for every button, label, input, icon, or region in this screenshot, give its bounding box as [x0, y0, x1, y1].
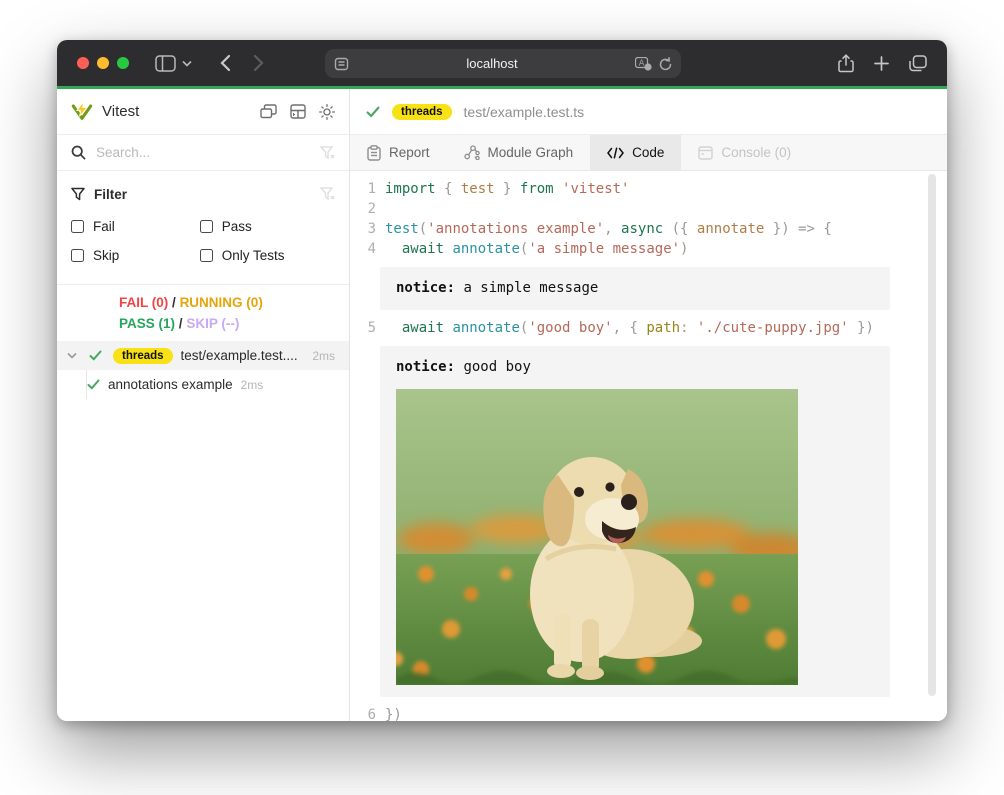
reader-icon[interactable] — [334, 57, 349, 71]
tab-report[interactable]: Report — [350, 135, 447, 170]
svg-text:A: A — [639, 58, 645, 67]
line-number: 6 — [350, 705, 376, 721]
checkbox-icon[interactable] — [71, 220, 84, 233]
sidebar-toggle-icon[interactable] — [155, 55, 176, 72]
code-line: 4 await annotate('a simple message') — [350, 239, 947, 259]
chevron-down-icon[interactable] — [182, 60, 192, 67]
code-line: 1import { test } from 'vitest' — [350, 179, 947, 199]
clear-filter-icon[interactable] — [320, 187, 335, 201]
notice-label: notice: — [396, 280, 455, 296]
annotation-notice: notice: a simple message — [380, 267, 890, 310]
view-tabs: Report Module Graph Code — [350, 135, 947, 171]
chevron-down-icon[interactable] — [67, 352, 77, 359]
test-file-name: test/example.test.... — [181, 348, 298, 363]
test-case-name: annotations example — [108, 377, 233, 392]
fail-count: FAIL (0) — [119, 295, 168, 310]
safari-window: localhost A — [57, 40, 947, 721]
pool-badge: threads — [392, 104, 452, 120]
test-status-summary: FAIL (0) / RUNNING (0) PASS (1) / SKIP (… — [57, 284, 349, 341]
filter-funnel-icon — [71, 187, 85, 201]
minimize-window-button[interactable] — [97, 57, 109, 69]
search-icon — [71, 145, 86, 160]
share-icon[interactable] — [838, 54, 854, 73]
code-icon — [607, 147, 624, 159]
filter-checkbox-only-tests[interactable]: Only Tests — [200, 241, 335, 270]
url-bar[interactable]: localhost A — [325, 49, 681, 78]
pass-check-icon — [87, 379, 100, 390]
forward-button[interactable] — [253, 54, 264, 72]
collapse-windows-icon[interactable] — [260, 104, 277, 119]
checkbox-icon[interactable] — [71, 249, 84, 262]
tab-code[interactable]: Code — [590, 135, 681, 170]
code-line: 5 await annotate('good boy', { path: './… — [350, 318, 947, 338]
open-file-name: test/example.test.ts — [464, 104, 585, 120]
annotation-notice: notice: good boy — [380, 346, 890, 697]
pool-badge: threads — [113, 348, 173, 364]
vitest-sidebar: Vitest — [57, 89, 350, 721]
line-number: 2 — [350, 199, 376, 219]
pass-check-icon — [366, 106, 380, 118]
zoom-window-button[interactable] — [117, 57, 129, 69]
code-line: 3test('annotations example', async ({ an… — [350, 219, 947, 239]
browser-titlebar: localhost A — [57, 40, 947, 86]
filter-checkbox-skip[interactable]: Skip — [71, 241, 200, 270]
new-tab-icon[interactable] — [874, 56, 889, 71]
test-file-duration: 2ms — [312, 349, 339, 363]
puppy-image — [396, 389, 798, 685]
line-number: 4 — [350, 239, 376, 259]
vitest-logo-icon — [71, 101, 93, 122]
tab-module-graph[interactable]: Module Graph — [447, 135, 591, 170]
filter-title: Filter — [94, 187, 127, 202]
line-number: 3 — [350, 219, 376, 239]
report-clipboard-icon — [367, 145, 381, 161]
filter-checkbox-pass[interactable]: Pass — [200, 212, 335, 241]
tab-overview-icon[interactable] — [909, 55, 927, 72]
code-line: 6}) — [350, 705, 947, 721]
running-count: RUNNING (0) — [180, 295, 263, 310]
line-number: 1 — [350, 179, 376, 199]
code-line: 2 — [350, 199, 947, 219]
checkbox-icon[interactable] — [200, 249, 213, 262]
test-file-row[interactable]: threads test/example.test.... 2ms — [57, 341, 349, 370]
translate-icon[interactable]: A — [635, 57, 652, 71]
reload-icon[interactable] — [659, 57, 672, 71]
filter-checkbox-fail[interactable]: Fail — [71, 212, 200, 241]
console-icon — [698, 146, 713, 160]
scrollbar-thumb[interactable] — [928, 174, 936, 696]
traffic-lights — [77, 57, 129, 69]
module-graph-icon — [464, 145, 480, 160]
app-title: Vitest — [102, 103, 139, 120]
pass-check-icon — [89, 350, 102, 361]
code-editor[interactable]: 1import { test } from 'vitest'23test('an… — [350, 171, 947, 721]
main-panel: threads test/example.test.ts Report Modu… — [350, 89, 947, 721]
notice-label: notice: — [396, 359, 455, 375]
dashboard-icon[interactable] — [290, 104, 306, 119]
back-button[interactable] — [220, 54, 231, 72]
clear-search-filter-icon[interactable] — [320, 146, 335, 160]
line-number: 5 — [350, 318, 376, 338]
theme-toggle-sun-icon[interactable] — [319, 104, 335, 120]
tab-console[interactable]: Console (0) — [681, 135, 808, 170]
skip-count: SKIP (--) — [186, 316, 239, 331]
close-window-button[interactable] — [77, 57, 89, 69]
test-case-row[interactable]: annotations example 2ms — [57, 370, 349, 399]
url-text[interactable]: localhost — [349, 56, 635, 71]
pass-count: PASS (1) — [119, 316, 175, 331]
search-input[interactable] — [96, 145, 320, 160]
tree-guide-line — [86, 370, 87, 399]
test-case-duration: 2ms — [241, 378, 268, 392]
checkbox-icon[interactable] — [200, 220, 213, 233]
